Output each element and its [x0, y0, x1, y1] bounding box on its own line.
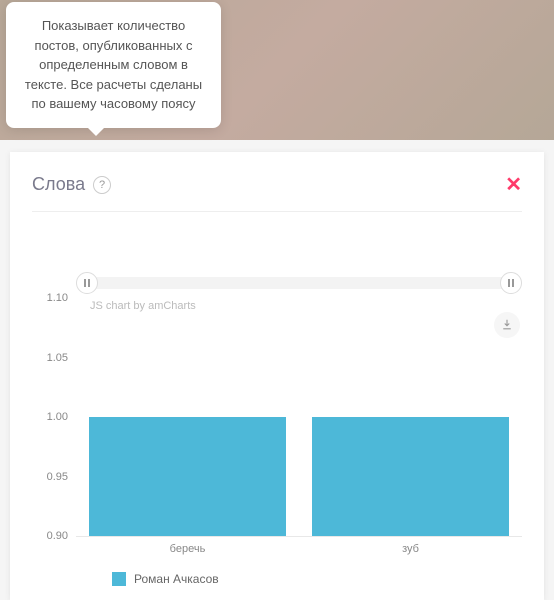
words-card: Слова ? ✕ JS chart by amCharts 0.900.951… [10, 152, 544, 600]
bar-slot [299, 298, 522, 536]
card-header: Слова ? ✕ [32, 172, 522, 212]
legend-swatch [112, 572, 126, 586]
bar-slot [76, 298, 299, 536]
y-tick: 0.95 [47, 471, 68, 483]
legend-label: Роман Ачкасов [134, 572, 219, 586]
y-tick: 0.90 [47, 530, 68, 542]
y-tick: 1.00 [47, 411, 68, 423]
help-tooltip-text: Показывает количество постов, опубликова… [25, 18, 202, 111]
chart-scroll-right[interactable] [500, 272, 522, 294]
x-tick: беречь [76, 537, 299, 558]
y-tick: 1.05 [47, 352, 68, 364]
help-icon[interactable]: ? [93, 176, 111, 194]
legend[interactable]: Роман Ачкасов [112, 572, 522, 586]
bar[interactable] [312, 417, 508, 536]
x-axis: беречьзуб [76, 536, 522, 558]
chart-scroll-track[interactable] [92, 277, 512, 289]
chart-plot: 0.900.951.001.051.10 беречьзуб [76, 298, 522, 558]
y-tick: 1.10 [47, 292, 68, 304]
pause-icon [82, 278, 92, 288]
chart-area: JS chart by amCharts 0.900.951.001.051.1… [32, 212, 522, 586]
pause-icon [506, 278, 516, 288]
bar[interactable] [89, 417, 285, 536]
help-tooltip: Показывает количество постов, опубликова… [6, 2, 221, 128]
plot-inner [76, 298, 522, 536]
card-title: Слова [32, 174, 85, 195]
card-title-wrap: Слова ? [32, 174, 111, 195]
y-axis: 0.900.951.001.051.10 [32, 298, 72, 536]
close-icon[interactable]: ✕ [505, 172, 522, 197]
chart-scroll-left[interactable] [76, 272, 98, 294]
bars-container [76, 298, 522, 536]
x-tick: зуб [299, 537, 522, 558]
